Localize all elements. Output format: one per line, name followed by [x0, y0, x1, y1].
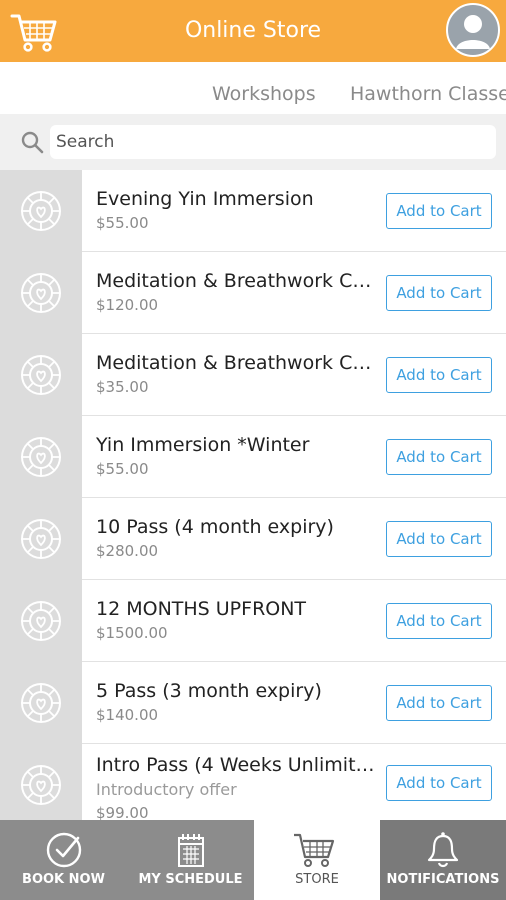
lotus-logo-icon	[21, 191, 61, 231]
calendar-icon	[178, 834, 204, 867]
product-name: 12 MONTHS UPFRONT	[96, 598, 307, 620]
bottom-navigation: BOOK NOW MY SCHEDULE STORE NOTIFICATIONS	[0, 820, 506, 900]
add-to-cart-button[interactable]: Add to Cart	[386, 521, 492, 557]
list-item[interactable]: 5 Pass (3 month expiry) $140.00 Add to C…	[0, 662, 506, 744]
product-name: Evening Yin Immersion	[96, 188, 314, 210]
product-price: $55.00	[96, 460, 149, 478]
product-subtitle: Introductory offer	[96, 780, 237, 799]
product-name: Meditation & Breathwork Co...	[96, 352, 378, 374]
product-thumbnail	[0, 498, 82, 580]
add-to-cart-button[interactable]: Add to Cart	[386, 765, 492, 801]
list-item[interactable]: Intro Pass (4 Weeks Unlimited) Introduct…	[0, 744, 506, 820]
app-header: Online Store	[0, 0, 506, 62]
product-name: 5 Pass (3 month expiry)	[96, 680, 322, 702]
product-thumbnail	[0, 170, 82, 252]
nav-label: BOOK NOW	[22, 872, 105, 887]
product-price: $120.00	[96, 296, 159, 314]
add-to-cart-button[interactable]: Add to Cart	[386, 357, 492, 393]
lotus-logo-icon	[21, 355, 61, 395]
product-thumbnail	[0, 334, 82, 416]
nav-store[interactable]: STORE	[254, 820, 380, 900]
nav-label: NOTIFICATIONS	[386, 872, 500, 887]
list-item[interactable]: Yin Immersion *Winter $55.00 Add to Cart	[0, 416, 506, 498]
lotus-logo-icon	[21, 519, 61, 559]
product-thumbnail	[0, 662, 82, 744]
bell-icon	[427, 832, 459, 868]
product-thumbnail	[0, 416, 82, 498]
product-thumbnail	[0, 252, 82, 334]
list-item[interactable]: Meditation & Breathwork Co... $120.00 Ad…	[0, 252, 506, 334]
nav-book-now[interactable]: BOOK NOW	[0, 820, 127, 900]
list-item[interactable]: 12 MONTHS UPFRONT $1500.00 Add to Cart	[0, 580, 506, 662]
shopping-cart-icon	[294, 833, 335, 867]
add-to-cart-button[interactable]: Add to Cart	[386, 603, 492, 639]
tab-hawthorn-classes[interactable]: Hawthorn Classes	[350, 62, 506, 114]
lotus-logo-icon	[21, 683, 61, 723]
product-name: Intro Pass (4 Weeks Unlimited)	[96, 754, 378, 776]
product-price: $1500.00	[96, 624, 168, 642]
product-price: $280.00	[96, 542, 159, 560]
product-name: 10 Pass (4 month expiry)	[96, 516, 334, 538]
list-item[interactable]: Evening Yin Immersion $55.00 Add to Cart	[0, 170, 506, 252]
tab-workshops[interactable]: Workshops	[212, 62, 316, 114]
product-price: $55.00	[96, 214, 149, 232]
product-price: $35.00	[96, 378, 149, 396]
add-to-cart-button[interactable]: Add to Cart	[386, 685, 492, 721]
product-name: Meditation & Breathwork Co...	[96, 270, 378, 292]
category-tabs: Workshops Hawthorn Classes	[0, 62, 506, 114]
product-thumbnail	[0, 744, 82, 820]
list-item[interactable]: Meditation & Breathwork Co... $35.00 Add…	[0, 334, 506, 416]
lotus-logo-icon	[21, 765, 61, 805]
nav-label: STORE	[295, 872, 339, 887]
lotus-logo-icon	[21, 437, 61, 477]
lotus-logo-icon	[21, 273, 61, 313]
product-price: $140.00	[96, 706, 159, 724]
page-title: Online Store	[184, 18, 322, 43]
product-name: Yin Immersion *Winter	[96, 434, 310, 456]
add-to-cart-button[interactable]: Add to Cart	[386, 439, 492, 475]
search-icon	[21, 131, 44, 154]
nav-my-schedule[interactable]: MY SCHEDULE	[127, 820, 254, 900]
product-thumbnail	[0, 580, 82, 662]
nav-notifications[interactable]: NOTIFICATIONS	[380, 820, 506, 900]
add-to-cart-button[interactable]: Add to Cart	[386, 275, 492, 311]
list-item[interactable]: 10 Pass (4 month expiry) $280.00 Add to …	[0, 498, 506, 580]
lotus-logo-icon	[21, 601, 61, 641]
nav-label: MY SCHEDULE	[138, 872, 243, 887]
add-to-cart-button[interactable]: Add to Cart	[386, 193, 492, 229]
search-bar	[0, 114, 506, 170]
user-avatar-icon[interactable]	[446, 3, 500, 57]
product-price: $99.00	[96, 804, 149, 820]
check-circle-icon	[46, 832, 82, 868]
search-input[interactable]	[50, 125, 496, 159]
product-list: Evening Yin Immersion $55.00 Add to Cart…	[0, 170, 506, 820]
